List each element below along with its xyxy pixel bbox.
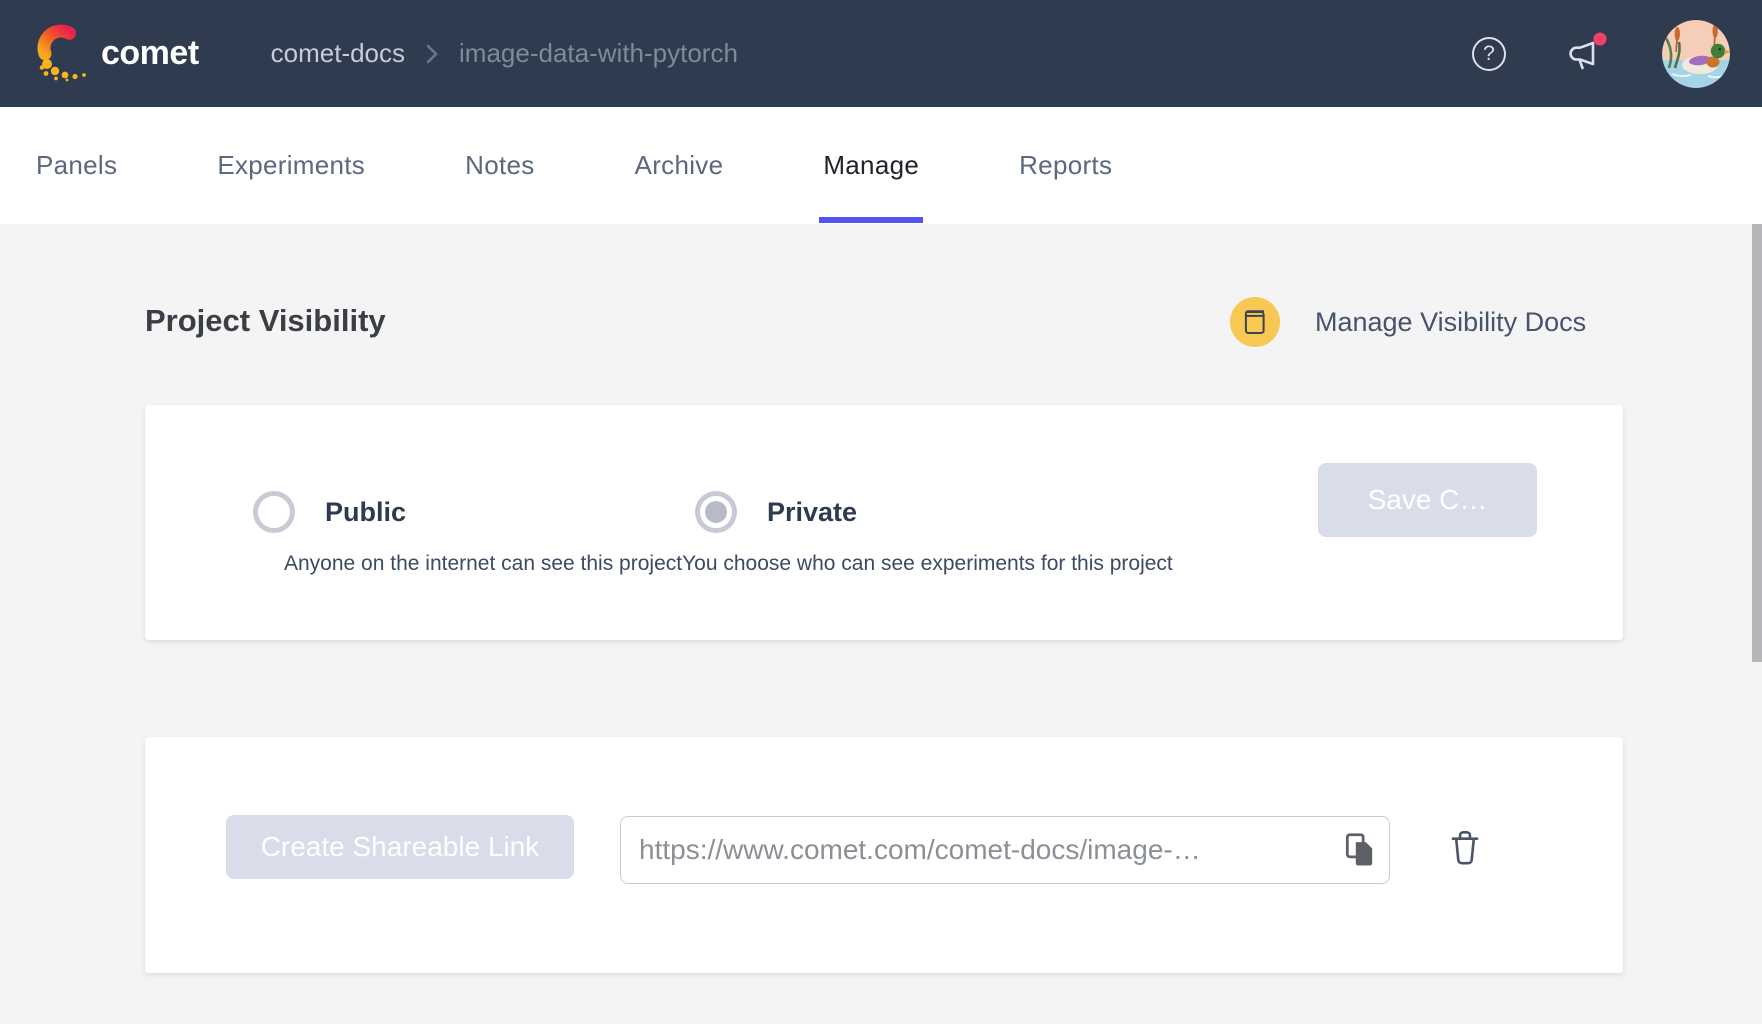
tab-archive[interactable]: Archive — [635, 107, 724, 224]
top-navbar: comet comet-docs image-data-with-pytorch… — [0, 0, 1762, 107]
create-shareable-link-button[interactable]: Create Shareable Link — [226, 815, 574, 879]
page-title: Project Visibility — [145, 303, 386, 339]
private-description: You choose who can see experiments for t… — [682, 552, 1173, 576]
user-avatar[interactable] — [1662, 20, 1730, 88]
project-visibility-card: Public Private Save C… Anyone on the int… — [145, 405, 1623, 640]
manage-visibility-docs-link[interactable]: Manage Visibility Docs — [1230, 297, 1586, 347]
copy-link-button[interactable] — [1342, 831, 1378, 869]
tab-reports[interactable]: Reports — [1019, 107, 1112, 224]
trash-icon — [1443, 825, 1487, 871]
question-mark-icon: ? — [1483, 42, 1495, 66]
tab-manage[interactable]: Manage — [823, 107, 919, 224]
shareable-link-card: Create Shareable Link — [145, 737, 1623, 973]
radio-private-label: Private — [767, 497, 857, 528]
visibility-option-private[interactable]: Private — [695, 491, 857, 533]
notifications-button[interactable] — [1562, 32, 1606, 76]
tab-experiments[interactable]: Experiments — [217, 107, 365, 224]
shareable-link-field — [620, 816, 1390, 884]
tab-panels[interactable]: Panels — [36, 107, 117, 224]
chevron-right-icon — [425, 43, 439, 65]
help-button[interactable]: ? — [1472, 37, 1506, 71]
comet-logo-text: comet — [101, 34, 199, 73]
radio-public-label: Public — [325, 497, 406, 528]
breadcrumb: comet-docs image-data-with-pytorch — [271, 38, 738, 69]
notification-dot — [1593, 32, 1607, 49]
tab-notes[interactable]: Notes — [465, 107, 534, 224]
project-tabbar: Panels Experiments Notes Archive Manage … — [0, 107, 1762, 224]
navbar-actions: ? — [1472, 20, 1730, 88]
save-changes-button[interactable]: Save C… — [1318, 463, 1537, 537]
copy-icon — [1342, 831, 1378, 869]
public-description: Anyone on the internet can see this proj… — [284, 552, 682, 576]
active-tab-underline — [819, 217, 923, 223]
radio-private[interactable] — [695, 491, 737, 533]
vertical-scrollbar-thumb[interactable] — [1752, 224, 1762, 662]
visibility-descriptions: Anyone on the internet can see this proj… — [284, 552, 1173, 576]
duck-avatar-image — [1662, 20, 1730, 88]
visibility-option-public[interactable]: Public — [253, 491, 406, 533]
docs-book-icon — [1230, 297, 1280, 347]
comet-project-page: comet comet-docs image-data-with-pytorch… — [0, 0, 1762, 1024]
breadcrumb-workspace[interactable]: comet-docs — [271, 38, 405, 69]
megaphone-icon — [1562, 64, 1606, 79]
breadcrumb-project: image-data-with-pytorch — [459, 38, 738, 69]
delete-link-button[interactable] — [1442, 825, 1488, 871]
docs-link-label: Manage Visibility Docs — [1315, 307, 1586, 338]
shareable-link-input[interactable] — [620, 816, 1390, 884]
comet-logo-icon — [33, 20, 91, 87]
comet-logo[interactable]: comet — [33, 20, 199, 87]
radio-public[interactable] — [253, 491, 295, 533]
